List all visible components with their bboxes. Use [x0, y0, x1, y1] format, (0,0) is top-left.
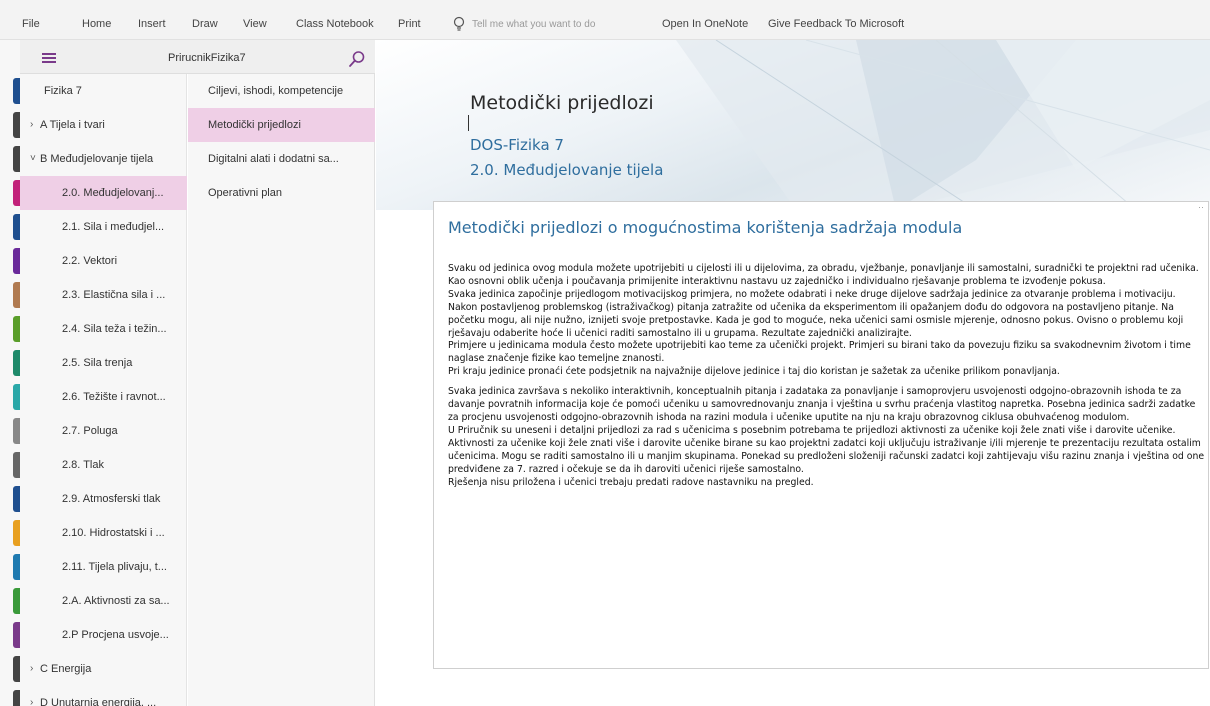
section-label: 2.11. Tijela plivaju, t...	[62, 561, 167, 573]
section-label: 2.6. Težište i ravnot...	[62, 391, 166, 403]
menu-draw[interactable]: Draw	[192, 18, 218, 30]
section-item[interactable]: 2.5. Sila trenja	[20, 346, 187, 380]
ribbon-menu: File Home Insert Draw View Class Noteboo…	[0, 0, 1210, 40]
menu-print[interactable]: Print	[398, 18, 421, 30]
page-subtitle-course: DOS-Fizika 7	[470, 136, 564, 154]
menu-view[interactable]: View	[243, 18, 267, 30]
section-item[interactable]: › D Unutarnja energija, ...	[20, 686, 187, 706]
page-item[interactable]: Digitalni alati i dodatni sa...	[188, 142, 375, 176]
page-item[interactable]: Operativni plan	[188, 176, 375, 210]
page-label: Metodički prijedlozi	[208, 119, 301, 131]
section-label: 2.P Procjena usvoje...	[62, 629, 169, 641]
section-label: 2.7. Poluga	[62, 425, 118, 437]
search-icon[interactable]	[348, 50, 366, 68]
section-item[interactable]: 2.9. Atmosferski tlak	[20, 482, 187, 516]
section-color-strip	[0, 40, 21, 706]
text-cursor	[468, 115, 469, 131]
section-item[interactable]: › C Energija	[20, 652, 187, 686]
tell-me-search[interactable]: Tell me what you want to do	[452, 16, 595, 32]
section-item[interactable]: Fizika 7	[20, 74, 187, 108]
section-item[interactable]: 2.A. Aktivnosti za sa...	[20, 584, 187, 618]
chevron-down-icon[interactable]: ˅	[30, 153, 36, 164]
pages-pane: Ciljevi, ishodi, kompetencije Metodički p…	[188, 74, 375, 706]
section-label: 2.5. Sila trenja	[62, 357, 133, 369]
menu-home[interactable]: Home	[82, 18, 111, 30]
sections-pane: Fizika 7 › A Tijela i tvari ˅ B Međudjelovan…	[20, 74, 187, 706]
chevron-right-icon[interactable]: ›	[30, 697, 33, 706]
menu-class-notebook[interactable]: Class Notebook	[296, 18, 374, 30]
section-item[interactable]: 2.2. Vektori	[20, 244, 187, 278]
page-canvas: Metodički prijedlozi DOS-Fizika 7 2.0. M…	[376, 40, 1210, 706]
tell-me-placeholder: Tell me what you want to do	[472, 18, 596, 30]
section-label: C Energija	[40, 663, 92, 675]
page-subtitle-unit: 2.0. Međudjelovanje tijela	[470, 161, 664, 179]
note-heading: Metodički prijedlozi o mogućnostima kori…	[448, 218, 963, 237]
give-feedback-link[interactable]: Give Feedback To Microsoft	[768, 18, 904, 30]
section-label: A Tijela i tvari	[40, 119, 105, 131]
section-label: 2.0. Međudjelovanj...	[62, 187, 164, 199]
section-label: 2.10. Hidrostatski i ...	[62, 527, 165, 539]
note-body[interactable]: Svaku od jedinica ovog modula možete upo…	[448, 263, 1206, 489]
section-item[interactable]: 2.1. Sila i međudjel...	[20, 210, 187, 244]
section-label: 2.A. Aktivnosti za sa...	[62, 595, 170, 607]
note-paragraph: Svaka jedinica završava s nekoliko inter…	[448, 386, 1196, 423]
section-item[interactable]: 2.8. Tlak	[20, 448, 187, 482]
section-label: D Unutarnja energija, ...	[40, 697, 157, 706]
lightbulb-icon	[453, 16, 465, 31]
section-item[interactable]: 2.3. Elastična sila i ...	[20, 278, 187, 312]
note-paragraph: Svaka jedinica započinje prijedlogom mot…	[448, 288, 1184, 339]
banner-decoration	[676, 40, 1210, 210]
notebook-title[interactable]: PrirucnikFizika7	[168, 52, 246, 64]
note-paragraph: U Priručnik su uneseni i detaljni prijed…	[448, 424, 1176, 436]
section-item[interactable]: › A Tijela i tvari	[20, 108, 187, 142]
section-label: 2.9. Atmosferski tlak	[62, 493, 161, 505]
notebook-header: PrirucnikFizika7	[20, 40, 375, 74]
page-label: Digitalni alati i dodatni sa...	[208, 153, 339, 165]
note-drag-handle-icon[interactable]: ··	[1198, 202, 1204, 212]
section-label: 2.3. Elastična sila i ...	[62, 289, 166, 301]
section-label: Fizika 7	[44, 85, 82, 97]
menu-file[interactable]: File	[22, 18, 40, 30]
section-label: 2.4. Sila teža i težin...	[62, 323, 167, 335]
page-item[interactable]: Ciljevi, ishodi, kompetencije	[188, 74, 375, 108]
page-item[interactable]: Metodički prijedlozi	[188, 108, 375, 142]
section-item[interactable]: 2.7. Poluga	[20, 414, 187, 448]
note-paragraph: Kao osnovni oblik učenja i poučavanja pr…	[448, 275, 1106, 287]
section-label: B Međudjelovanje tijela	[40, 153, 154, 165]
section-item[interactable]: 2.6. Težište i ravnot...	[20, 380, 187, 414]
section-item[interactable]: 2.P Procjena usvoje...	[20, 618, 187, 652]
section-label: 2.1. Sila i međudjel...	[62, 221, 165, 233]
note-paragraph: Rješenja nisu priložena i učenici trebaj…	[448, 476, 814, 488]
section-label: 2.8. Tlak	[62, 459, 104, 471]
page-label: Ciljevi, ishodi, kompetencije	[208, 85, 344, 97]
section-item[interactable]: 2.4. Sila teža i težin...	[20, 312, 187, 346]
note-paragraph: Svaku od jedinica ovog modula možete upo…	[448, 263, 1199, 274]
page-banner: Metodički prijedlozi DOS-Fizika 7 2.0. M…	[376, 40, 1210, 210]
chevron-right-icon[interactable]: ›	[30, 119, 33, 130]
page-label: Operativni plan	[208, 187, 282, 199]
note-paragraph: Pri kraju jedinice pronaći ćete podsjetn…	[448, 366, 1060, 378]
section-item[interactable]: 2.11. Tijela plivaju, t...	[20, 550, 187, 584]
chevron-right-icon[interactable]: ›	[30, 663, 33, 674]
page-title[interactable]: Metodički prijedlozi	[470, 92, 654, 114]
note-paragraph: Primjere u jedinicama modula često možet…	[448, 340, 1191, 365]
menu-insert[interactable]: Insert	[138, 18, 166, 30]
section-label: 2.2. Vektori	[62, 255, 118, 267]
section-item[interactable]: ˅ B Međudjelovanje tijela	[20, 142, 187, 176]
note-paragraph: Aktivnosti za učenike koji žele znati vi…	[448, 437, 1205, 475]
section-item[interactable]: 2.10. Hidrostatski i ...	[20, 516, 187, 550]
open-in-onenote-link[interactable]: Open In OneNote	[662, 18, 748, 30]
hamburger-menu-icon[interactable]	[42, 53, 56, 63]
section-item[interactable]: 2.0. Međudjelovanj...	[20, 176, 187, 210]
note-container[interactable]: ·· Metodički prijedlozi o mogućnostima k…	[433, 201, 1209, 669]
